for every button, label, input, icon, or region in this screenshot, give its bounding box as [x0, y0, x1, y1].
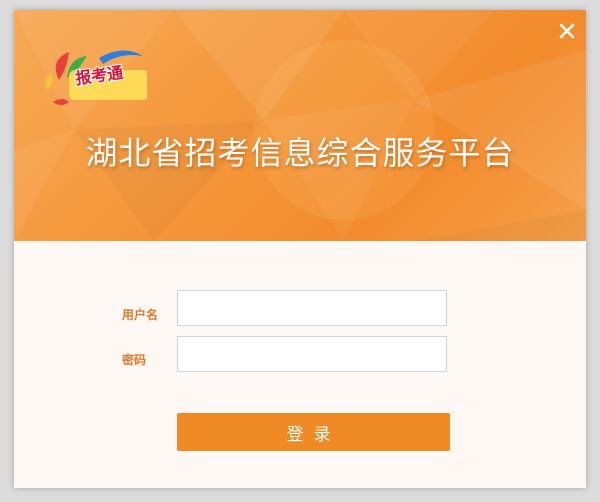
login-dialog: 报考通 湖北省招考信息综合服务平台 用户名 密码 登录: [14, 10, 586, 488]
app-logo: 报考通: [39, 40, 149, 110]
page-title: 湖北省招考信息综合服务平台: [85, 134, 515, 172]
password-input[interactable]: [177, 336, 447, 372]
password-label: 密码: [122, 353, 147, 367]
login-button[interactable]: 登录: [177, 413, 450, 451]
login-form: 用户名 密码 登录: [14, 241, 586, 488]
username-input[interactable]: [177, 290, 447, 326]
close-icon[interactable]: [554, 18, 580, 44]
dialog-header: 报考通 湖北省招考信息综合服务平台: [14, 10, 586, 241]
username-label: 用户名: [122, 308, 159, 322]
